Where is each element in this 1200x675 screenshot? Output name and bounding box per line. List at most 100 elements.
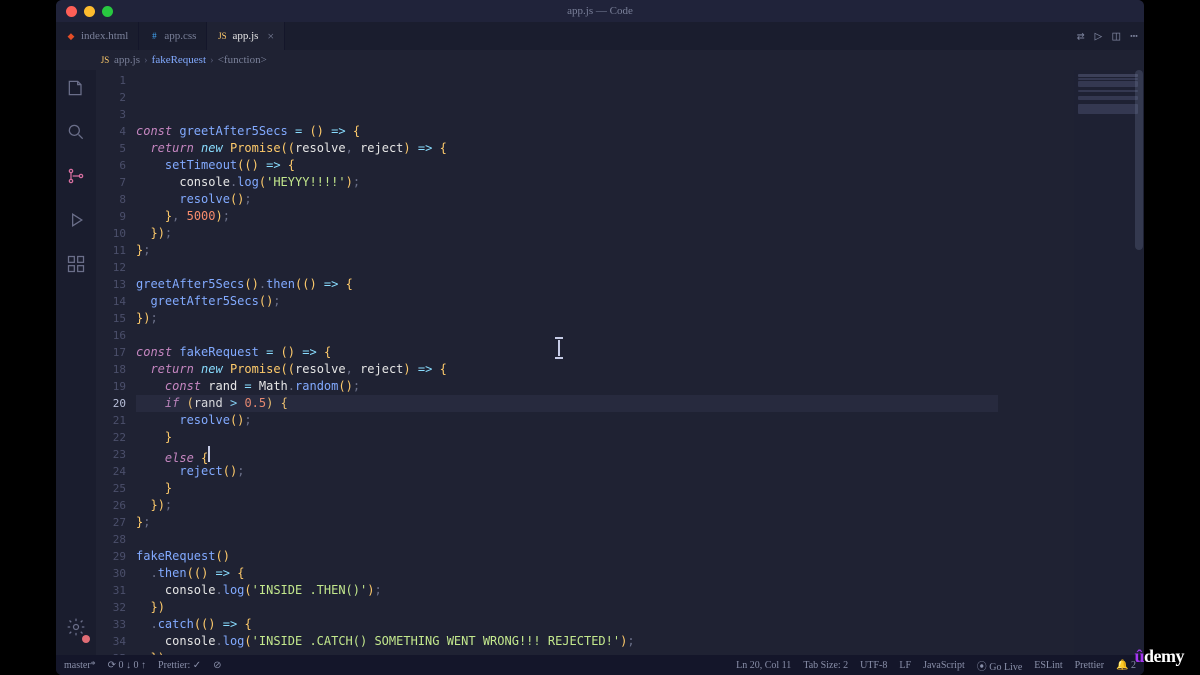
code-line[interactable]: setTimeout(() => {	[136, 157, 1074, 174]
problems-status[interactable]: ⊘	[213, 660, 221, 671]
line-number[interactable]: 24	[96, 463, 136, 480]
line-number[interactable]: 13	[96, 276, 136, 293]
code-line[interactable]: });	[136, 225, 1074, 242]
run-icon[interactable]: ▷	[1095, 29, 1103, 44]
code-line[interactable]: const rand = Math.random();	[136, 378, 1074, 395]
prettier-status[interactable]: Prettier: ✓	[158, 660, 201, 671]
line-number[interactable]: 12	[96, 259, 136, 276]
line-number[interactable]: 26	[96, 497, 136, 514]
source-control-icon[interactable]	[66, 166, 86, 190]
code-line[interactable]: });	[136, 497, 1074, 514]
code-line[interactable]: fakeRequest()	[136, 548, 1074, 565]
code-line[interactable]: }, 5000);	[136, 208, 1074, 225]
line-number[interactable]: 21	[96, 412, 136, 429]
code-line[interactable]: greetAfter5Secs();	[136, 293, 1074, 310]
code-line[interactable]: };	[136, 514, 1074, 531]
code-line[interactable]: }	[136, 429, 1074, 446]
code-line[interactable]: })	[136, 599, 1074, 616]
code-line[interactable]: console.log('INSIDE .THEN()');	[136, 582, 1074, 599]
code-line[interactable]: console.log('INSIDE .CATCH() SOMETHING W…	[136, 633, 1074, 650]
line-number[interactable]: 2	[96, 89, 136, 106]
line-number[interactable]: 17	[96, 344, 136, 361]
code-line[interactable]: resolve();	[136, 412, 1074, 429]
cursor-position[interactable]: Ln 20, Col 11	[736, 660, 791, 671]
line-number[interactable]: 33	[96, 616, 136, 633]
extensions-icon[interactable]	[66, 254, 86, 278]
code-line[interactable]	[136, 259, 1074, 276]
code-line[interactable]: }	[136, 480, 1074, 497]
line-number[interactable]: 22	[96, 429, 136, 446]
line-number[interactable]: 9	[96, 208, 136, 225]
line-number[interactable]: 30	[96, 565, 136, 582]
editor-tab[interactable]: #app.css	[139, 22, 207, 50]
eol[interactable]: LF	[899, 660, 911, 671]
line-number[interactable]: 35	[96, 650, 136, 655]
line-number[interactable]: 11	[96, 242, 136, 259]
language-mode[interactable]: JavaScript	[923, 660, 965, 671]
editor-tab[interactable]: JSapp.js×	[207, 22, 285, 50]
line-number[interactable]: 34	[96, 633, 136, 650]
encoding[interactable]: UTF-8	[860, 660, 887, 671]
line-number[interactable]: 25	[96, 480, 136, 497]
indentation[interactable]: Tab Size: 2	[803, 660, 848, 671]
code-line[interactable]: reject();	[136, 463, 1074, 480]
line-number[interactable]: 1	[96, 72, 136, 89]
line-number[interactable]: 18	[96, 361, 136, 378]
code-line[interactable]: const greetAfter5Secs = () => {	[136, 123, 1074, 140]
debug-icon[interactable]	[66, 210, 86, 234]
git-branch[interactable]: master*	[64, 660, 96, 671]
settings-icon[interactable]	[66, 617, 86, 641]
line-number[interactable]: 23	[96, 446, 136, 463]
explorer-icon[interactable]	[66, 78, 86, 102]
code-line[interactable]: else {	[136, 446, 1074, 463]
line-number[interactable]: 29	[96, 548, 136, 565]
minimap[interactable]	[1074, 70, 1144, 655]
notifications[interactable]: 🔔 2	[1116, 660, 1136, 671]
code-line[interactable]: console.log('HEYYY!!!!');	[136, 174, 1074, 191]
code-editor[interactable]: 1234567891011121314151617181920212223242…	[96, 70, 1144, 655]
line-number[interactable]: 31	[96, 582, 136, 599]
code-line[interactable]	[136, 531, 1074, 548]
vertical-scrollbar[interactable]	[1132, 70, 1144, 655]
compare-icon[interactable]: ⇄	[1077, 29, 1085, 44]
code-line[interactable]: };	[136, 242, 1074, 259]
prettier-status-2[interactable]: Prettier	[1075, 660, 1104, 671]
line-number[interactable]: 5	[96, 140, 136, 157]
line-number[interactable]: 8	[96, 191, 136, 208]
git-sync[interactable]: ⟳ 0 ↓ 0 ↑	[108, 660, 146, 671]
line-number[interactable]: 16	[96, 327, 136, 344]
code-line[interactable]: const fakeRequest = () => {	[136, 344, 1074, 361]
split-editor-icon[interactable]: ◫	[1112, 29, 1120, 44]
code-line[interactable]: });	[136, 310, 1074, 327]
breadcrumbs[interactable]: JS app.js › fakeRequest › <function>	[56, 50, 1144, 70]
maximize-window-icon[interactable]	[102, 6, 113, 17]
line-number[interactable]: 7	[96, 174, 136, 191]
code-line[interactable]: });	[136, 650, 1074, 655]
close-tab-icon[interactable]: ×	[267, 29, 274, 44]
line-number[interactable]: 20	[96, 395, 136, 412]
code-line[interactable]: greetAfter5Secs().then(() => {	[136, 276, 1074, 293]
line-number[interactable]: 28	[96, 531, 136, 548]
search-icon[interactable]	[66, 122, 86, 146]
line-number[interactable]: 14	[96, 293, 136, 310]
code-line[interactable]: return new Promise((resolve, reject) => …	[136, 140, 1074, 157]
line-number[interactable]: 10	[96, 225, 136, 242]
close-window-icon[interactable]	[66, 6, 77, 17]
code-line[interactable]: resolve();	[136, 191, 1074, 208]
line-number[interactable]: 27	[96, 514, 136, 531]
editor-tab[interactable]: ◆index.html	[56, 22, 139, 50]
scrollbar-thumb[interactable]	[1135, 70, 1143, 250]
eslint-status[interactable]: ESLint	[1034, 660, 1062, 671]
code-line[interactable]: .then(() => {	[136, 565, 1074, 582]
minimize-window-icon[interactable]	[84, 6, 95, 17]
go-live[interactable]: ⦿ Go Live	[977, 658, 1023, 673]
line-number[interactable]: 19	[96, 378, 136, 395]
more-icon[interactable]: ⋯	[1130, 29, 1138, 44]
line-number[interactable]: 4	[96, 123, 136, 140]
code-line[interactable]: return new Promise((resolve, reject) => …	[136, 361, 1074, 378]
line-number[interactable]: 32	[96, 599, 136, 616]
code-line[interactable]	[136, 327, 1074, 344]
code-content[interactable]: const greetAfter5Secs = () => { return n…	[136, 70, 1074, 655]
line-number[interactable]: 3	[96, 106, 136, 123]
code-line[interactable]: .catch(() => {	[136, 616, 1074, 633]
